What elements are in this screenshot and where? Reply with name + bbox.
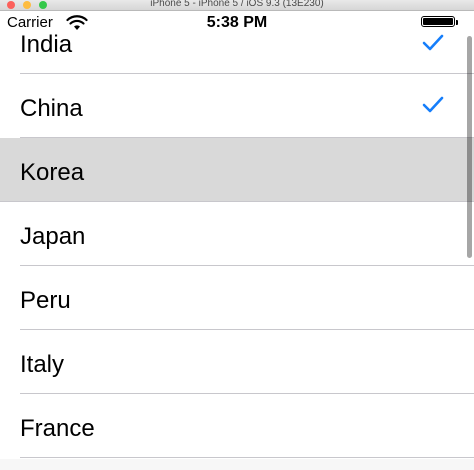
table-bottom-edge <box>0 459 474 470</box>
row-label: Japan <box>20 223 86 250</box>
checkmark-icon <box>422 34 444 51</box>
row-label: France <box>20 415 95 442</box>
simulator-screen: iPhone 5 - iPhone 5 / iOS 9.3 (13E230) I… <box>0 0 474 470</box>
table-row-china[interactable]: China <box>0 74 474 138</box>
table-row-france[interactable]: France <box>0 394 474 458</box>
status-time: 5:38 PM <box>206 14 268 31</box>
table-row-peru[interactable]: Peru <box>0 266 474 330</box>
battery-level <box>423 18 453 25</box>
country-table[interactable]: India China Korea Japan Peru Italy Franc… <box>0 11 474 458</box>
row-label: Korea <box>20 159 85 186</box>
row-label: Italy <box>20 351 65 378</box>
simulator-title: iPhone 5 - iPhone 5 / iOS 9.3 (13E230) <box>150 0 324 9</box>
battery-icon <box>421 16 458 27</box>
table-row-korea[interactable]: Korea <box>0 138 474 202</box>
table-row-italy[interactable]: Italy <box>0 330 474 394</box>
checkmark-icon <box>422 96 444 113</box>
simulator-title-bar: iPhone 5 - iPhone 5 / iOS 9.3 (13E230) <box>0 0 474 11</box>
row-label: Peru <box>20 287 71 314</box>
row-label: China <box>20 95 83 122</box>
scroll-indicator[interactable] <box>467 36 472 258</box>
battery-tip <box>456 20 458 25</box>
status-bar: Carrier 5:38 PM <box>0 11 474 35</box>
table-row-japan[interactable]: Japan <box>0 202 474 266</box>
